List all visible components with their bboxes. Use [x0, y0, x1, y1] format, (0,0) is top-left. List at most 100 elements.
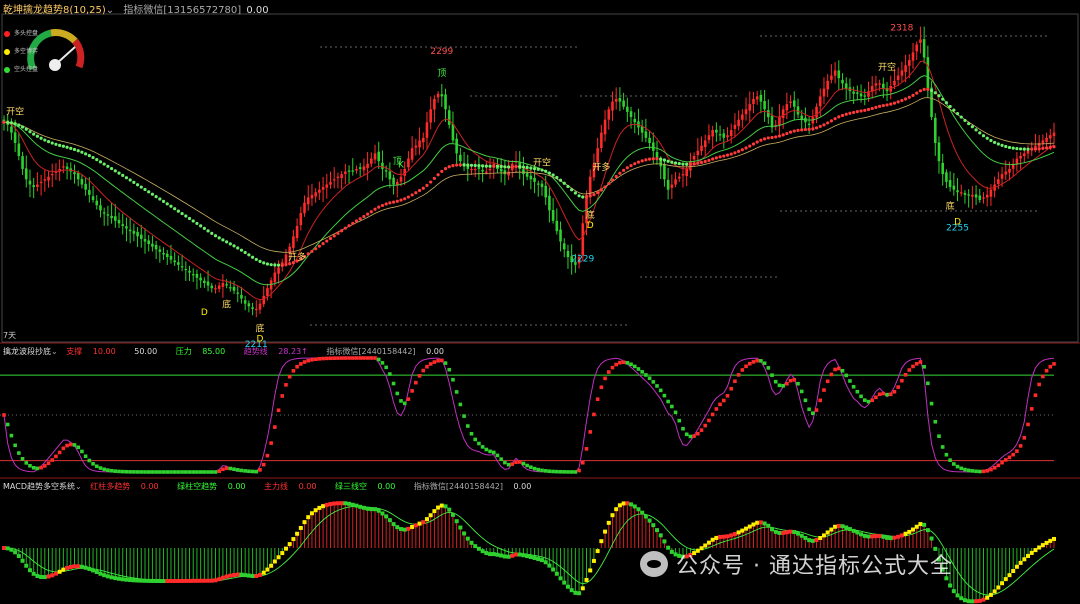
- macd-block: [191, 578, 196, 583]
- macd-block: [243, 573, 248, 578]
- wave-block: [5, 422, 10, 427]
- macd-block: [91, 568, 96, 573]
- candle-body: [529, 175, 533, 180]
- wave-block: [395, 391, 400, 396]
- macd-block: [480, 549, 485, 554]
- candle-body: [440, 94, 444, 97]
- trend-band-dot: [39, 136, 43, 140]
- wave-block: [83, 454, 88, 459]
- trend-band-dot: [20, 125, 25, 129]
- wave-block: [900, 378, 904, 383]
- macd-block: [53, 571, 58, 576]
- candle-body: [759, 94, 763, 102]
- macd-block: [258, 572, 263, 577]
- macd-block: [176, 578, 181, 583]
- candle-body: [292, 236, 295, 248]
- wave-block: [573, 470, 578, 474]
- candle-body: [726, 135, 729, 138]
- candle-body: [88, 189, 91, 195]
- candle-body: [956, 190, 959, 193]
- chevron-down-icon[interactable]: ⌄: [75, 482, 82, 491]
- macd-block: [747, 524, 752, 529]
- trend-band-dot: [781, 133, 785, 137]
- macd-block: [992, 589, 997, 594]
- macd-block: [50, 573, 55, 578]
- trend-band-dot: [774, 135, 778, 139]
- macd-block: [792, 530, 797, 535]
- wave-block: [770, 373, 774, 377]
- trend-band-dot: [314, 247, 318, 251]
- macd-block: [814, 538, 819, 543]
- candle-body: [451, 123, 455, 141]
- trend-band-dot: [981, 134, 986, 138]
- macd-block: [369, 507, 374, 512]
- wave-block: [324, 356, 329, 361]
- wave-block: [759, 359, 763, 363]
- candle-body: [47, 176, 50, 181]
- watermark-text: 公众号 · 通达指标公式大全: [676, 554, 953, 579]
- macd-block: [729, 533, 734, 538]
- wave-block: [317, 357, 322, 361]
- macd-block: [142, 578, 147, 583]
- trend-band-dot: [963, 118, 967, 123]
- trend-band-dot: [807, 127, 811, 131]
- chart-canvas[interactable]: 22992318221122292255开空D底底D开多顶K顶开空底开多D开空底…: [0, 0, 1080, 604]
- trend-band-dot: [80, 150, 84, 154]
- candle-body: [499, 168, 503, 172]
- macd-block: [265, 567, 270, 572]
- main-panel-value: 0.00: [246, 5, 269, 16]
- trend-band-dot: [1015, 147, 1019, 151]
- trend-band-dot: [1011, 146, 1015, 150]
- trend-band-dot: [458, 163, 462, 167]
- wave-block: [109, 468, 114, 473]
- trend-band-dot: [395, 199, 399, 203]
- wave-block: [480, 445, 485, 449]
- candle-body: [626, 106, 629, 112]
- trend-band-dot: [570, 188, 574, 192]
- wave-block: [191, 470, 196, 474]
- candle-body: [162, 252, 165, 255]
- wechat-icon: [640, 551, 668, 577]
- wave-block: [20, 456, 25, 461]
- wave-block: [569, 470, 574, 474]
- wave-block: [896, 385, 900, 389]
- macd-block: [1037, 545, 1042, 550]
- macd-block: [432, 509, 437, 514]
- trend-band-dot: [673, 161, 678, 165]
- macd-block: [302, 520, 307, 525]
- trend-band-dot: [903, 97, 908, 101]
- candle-body: [314, 192, 317, 197]
- trend-band-dot: [254, 257, 258, 262]
- trend-band-dot: [518, 165, 522, 169]
- trend-band-dot: [596, 191, 600, 195]
- wave-block: [202, 470, 207, 474]
- macd-block: [291, 537, 296, 542]
- macd-block: [847, 527, 852, 532]
- macd-block: [491, 552, 496, 557]
- trend-band-dot: [421, 186, 425, 190]
- price-label: 2229: [571, 254, 594, 264]
- wave-block: [529, 465, 533, 470]
- macd-block: [528, 555, 533, 560]
- macd-block: [476, 546, 481, 551]
- macd-block: [840, 524, 845, 529]
- trend-band-dot: [584, 195, 589, 199]
- wave-block: [547, 469, 552, 474]
- macd-block: [5, 546, 10, 551]
- candle-body: [674, 179, 677, 185]
- trend-band-dot: [354, 219, 359, 223]
- wave-block: [558, 469, 563, 474]
- candle-body: [911, 52, 915, 61]
- macd-block: [788, 529, 793, 534]
- chevron-down-icon[interactable]: ⌄: [51, 347, 58, 356]
- macd-item: 指标微信[2440158442] 0.00: [413, 482, 532, 491]
- trend-band-dot: [1004, 144, 1008, 149]
- wave-block: [963, 467, 967, 472]
- macd-block: [807, 538, 812, 543]
- wave-block: [948, 458, 952, 462]
- macd-block: [755, 520, 760, 525]
- wave-block: [740, 368, 745, 372]
- trend-band-dot: [13, 122, 17, 126]
- chevron-down-icon[interactable]: ⌄: [106, 5, 114, 16]
- trend-band-dot: [1000, 143, 1004, 147]
